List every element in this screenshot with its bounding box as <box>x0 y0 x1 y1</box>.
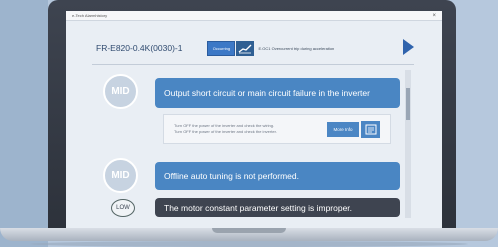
check-line: Turn OFF the power of the inverter and c… <box>174 129 277 134</box>
more-info-button[interactable]: More Info <box>327 122 359 137</box>
priority-label: MID <box>111 170 130 181</box>
waveform-icon[interactable] <box>236 40 255 56</box>
occurring-label: Occurring <box>212 45 231 51</box>
cause-item[interactable]: The motor constant parameter setting is … <box>155 198 400 217</box>
scrollbar-thumb[interactable] <box>406 88 410 120</box>
window-title: e-Tech Alarmhistory <box>72 13 108 18</box>
scrollbar[interactable] <box>405 70 411 218</box>
background-panel <box>0 0 48 247</box>
laptop-notch <box>212 228 286 233</box>
alarm-description: E.OC1 Overcurrent trip during accelerati… <box>258 45 335 51</box>
chevron-right-icon[interactable] <box>403 39 414 55</box>
priority-label: MID <box>111 86 130 97</box>
window-titlebar: e-Tech Alarmhistory × <box>66 11 442 21</box>
close-button[interactable]: × <box>432 13 436 19</box>
manual-icon[interactable] <box>361 121 380 138</box>
laptop-shadow <box>30 241 468 247</box>
header-divider <box>92 64 414 65</box>
cause-text: Offline auto tuning is not performed. <box>164 171 299 181</box>
cause-text: The motor constant parameter setting is … <box>164 202 353 213</box>
priority-badge: MID <box>103 74 138 109</box>
cause-item[interactable]: Output short circuit or main circuit fai… <box>155 78 400 108</box>
cause-item[interactable]: Offline auto tuning is not performed. <box>155 162 400 190</box>
occurring-button[interactable]: Occurring <box>207 40 236 56</box>
model-name: FR-E820-0.4K(0030)-1 <box>96 43 183 53</box>
alarm-header: FR-E820-0.4K(0030)-1 Occurring E.OC1 Ove… <box>92 35 414 61</box>
check-instructions: Turn OFF the power of the inverter and c… <box>174 123 277 135</box>
priority-badge: LOW <box>111 199 135 217</box>
more-info-label: More Info <box>333 127 353 132</box>
priority-badge: MID <box>103 158 138 193</box>
cause-text: Output short circuit or main circuit fai… <box>164 88 370 98</box>
priority-label: LOW <box>116 205 130 211</box>
check-panel: Turn OFF the power of the inverter and c… <box>163 114 391 144</box>
